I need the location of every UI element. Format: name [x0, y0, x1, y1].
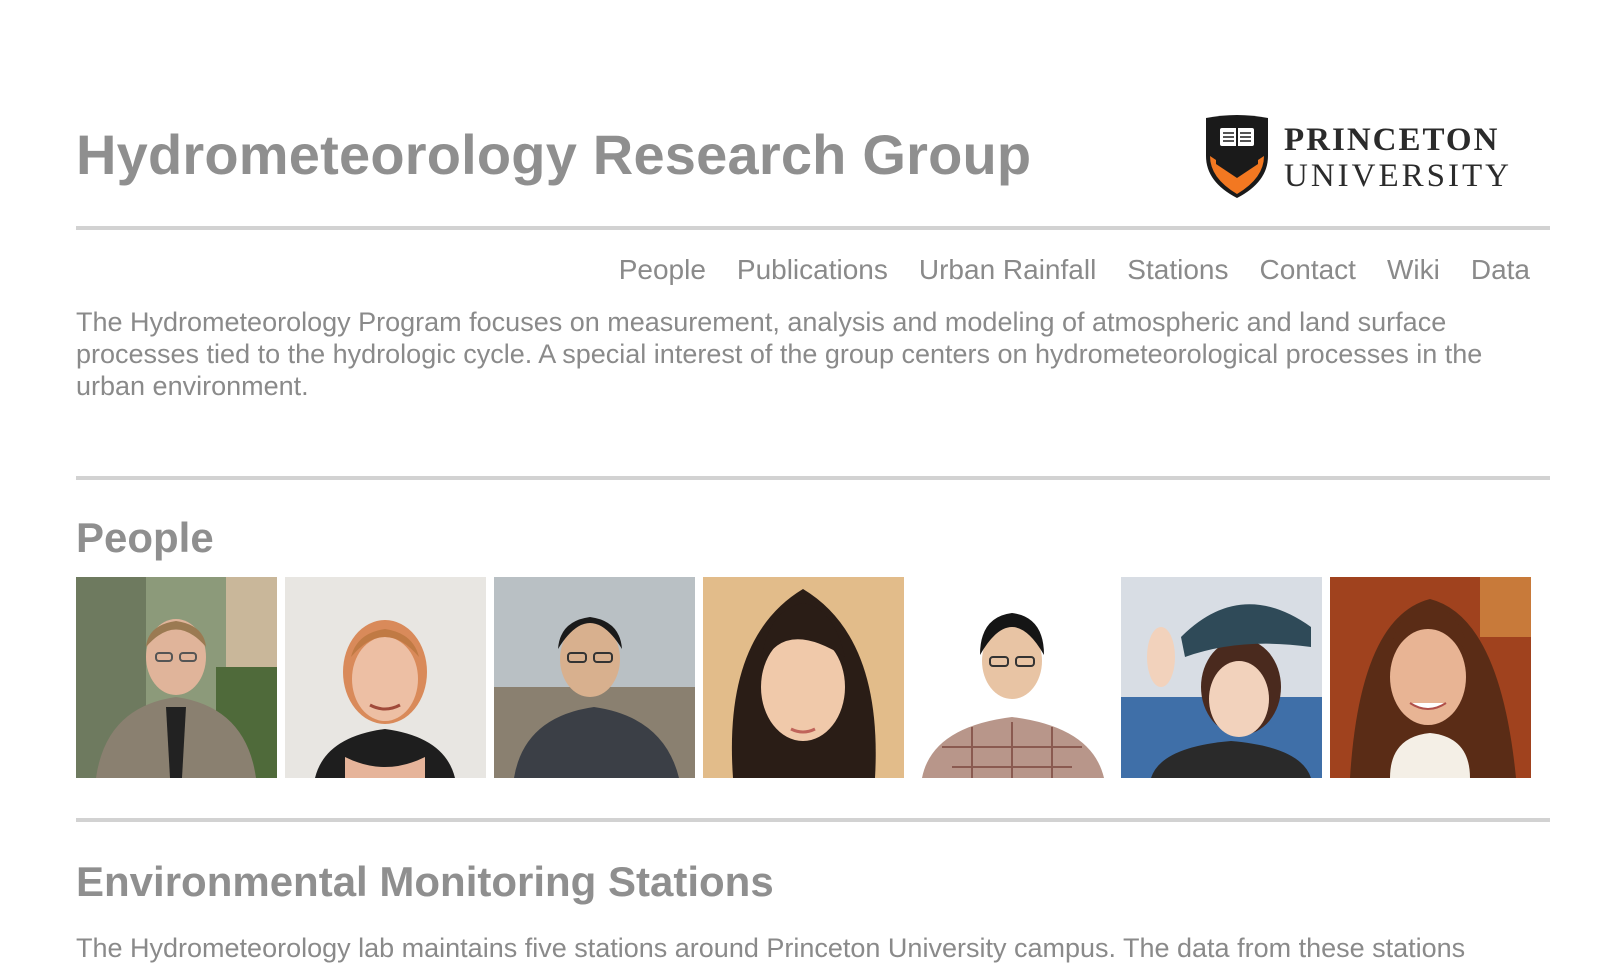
intro-paragraph: The Hydrometeorology Program focuses on … [76, 307, 1483, 401]
logo-line2: UNIVERSITY [1284, 157, 1512, 194]
princeton-shield-icon [1202, 112, 1272, 205]
princeton-logo[interactable]: PRINCETON UNIVERSITY [1202, 112, 1532, 204]
nav-link-publications[interactable]: Publications [737, 254, 888, 286]
divider [76, 818, 1550, 822]
nav-link-contact[interactable]: Contact [1259, 254, 1356, 286]
site-title: Hydrometeorology Research Group [76, 123, 1032, 186]
page: Hydrometeorology Research Group PRINCETO… [76, 0, 1550, 963]
main-nav: People Publications Urban Rainfall Stati… [619, 254, 1530, 286]
logo-line1: PRINCETON [1284, 121, 1500, 158]
nav-link-urban-rainfall[interactable]: Urban Rainfall [919, 254, 1096, 286]
divider [76, 476, 1550, 480]
person-photo-5[interactable] [912, 577, 1113, 778]
nav-link-stations[interactable]: Stations [1127, 254, 1228, 286]
person-photo-3[interactable] [494, 577, 695, 778]
people-heading: People [76, 514, 214, 561]
nav-link-people[interactable]: People [619, 254, 706, 286]
divider [76, 226, 1550, 230]
person-photo-6[interactable] [1121, 577, 1322, 778]
site-header: Hydrometeorology Research Group PRINCETO… [76, 0, 1550, 228]
logo-wordmark: PRINCETON UNIVERSITY [1284, 121, 1512, 194]
person-photo-1[interactable] [76, 577, 277, 778]
nav-link-data[interactable]: Data [1471, 254, 1530, 286]
stations-paragraph: The Hydrometeorology lab maintains five … [76, 933, 1466, 963]
people-photo-row [76, 577, 1531, 778]
person-photo-7[interactable] [1330, 577, 1531, 778]
person-photo-4[interactable] [703, 577, 904, 778]
person-photo-2[interactable] [285, 577, 486, 778]
stations-heading: Environmental Monitoring Stations [76, 858, 774, 905]
nav-link-wiki[interactable]: Wiki [1387, 254, 1440, 286]
